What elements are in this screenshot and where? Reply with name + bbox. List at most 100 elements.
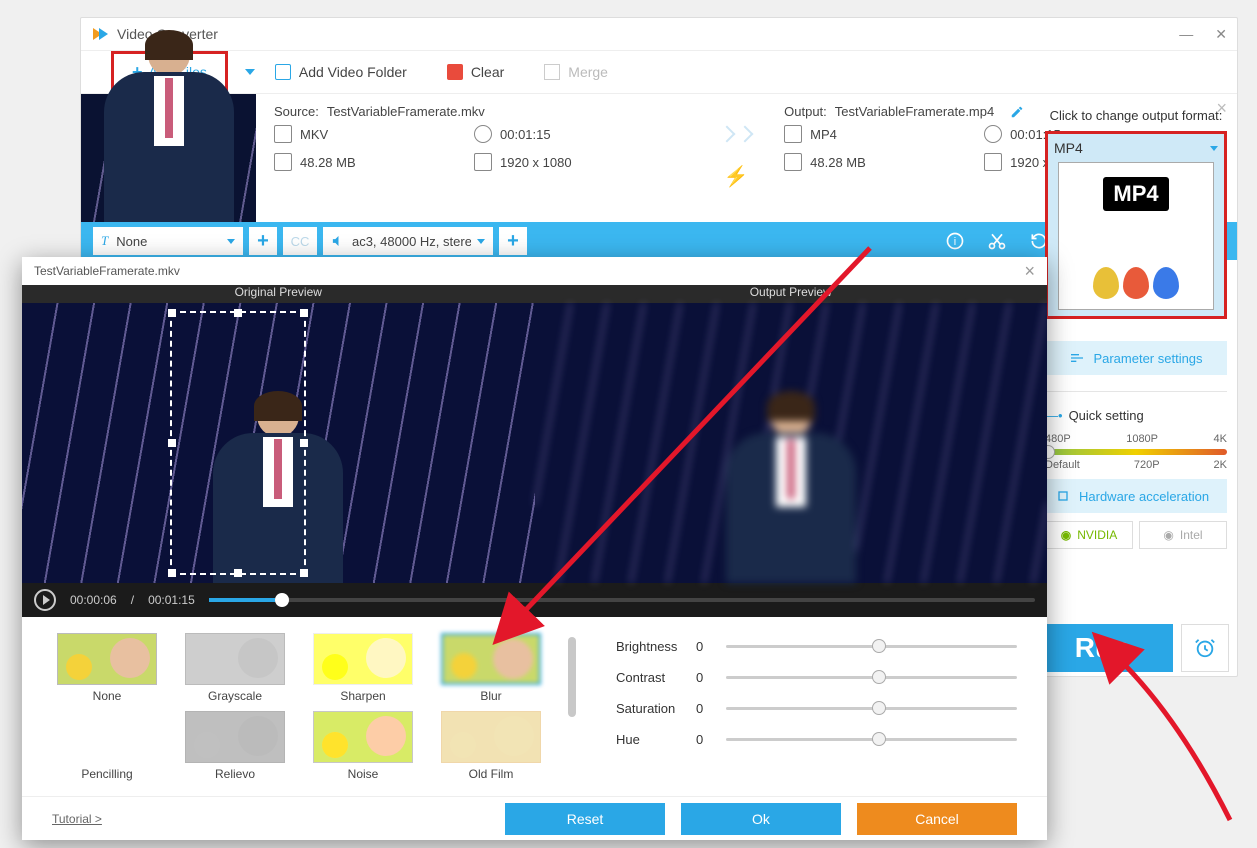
time-sep: / [131, 593, 134, 607]
effect-sharpen[interactable]: Sharpen [308, 633, 418, 703]
subtitle-prefix: T [101, 233, 108, 249]
lightning-icon: ⚡ [724, 164, 749, 189]
original-preview[interactable] [22, 303, 535, 583]
slider-label: Contrast [616, 670, 696, 685]
parameter-settings-label: Parameter settings [1093, 351, 1202, 366]
resolution-icon [474, 153, 492, 171]
effects-scrollbar[interactable] [568, 637, 576, 717]
player-controls: 00:00:06 / 00:01:15 [22, 583, 1047, 617]
subtitle-value: None [116, 234, 147, 249]
modal-filename: TestVariableFramerate.mkv [34, 264, 180, 278]
clock-icon [474, 125, 492, 143]
hardware-acceleration-button[interactable]: Hardware acceleration [1045, 479, 1227, 513]
scale-default: Default [1045, 459, 1080, 471]
nvidia-chip[interactable]: ◉ NVIDIA [1045, 521, 1133, 549]
slider-label: Brightness [616, 639, 696, 654]
effect-grayscale[interactable]: Grayscale [180, 633, 290, 703]
output-preview [535, 303, 1048, 583]
merge-button: Merge [544, 64, 608, 80]
output-preview-label: Output Preview [535, 285, 1048, 303]
toolbar: + Add Files Add Video Folder Clear Merge [81, 50, 1237, 94]
audio-select[interactable]: ac3, 48000 Hz, stereo [323, 227, 493, 255]
add-video-folder-button[interactable]: Add Video Folder [275, 64, 407, 80]
schedule-button[interactable] [1181, 624, 1229, 672]
svg-text:i: i [954, 236, 956, 248]
effect-label: Relievo [180, 767, 290, 781]
quality-slider[interactable] [1045, 449, 1227, 455]
output-size: 48.28 MB [810, 155, 866, 170]
slider-track[interactable] [726, 738, 1017, 741]
format-selector[interactable]: MP4 MP4 [1048, 134, 1224, 316]
preview-headers: Original Preview Output Preview [22, 285, 1047, 303]
crop-selection[interactable] [170, 311, 306, 575]
highlight-format-box: MP4 MP4 [1045, 131, 1227, 319]
cancel-button[interactable]: Cancel [857, 803, 1017, 835]
effects-modal: TestVariableFramerate.mkv × Original Pre… [22, 257, 1047, 840]
scale-2k: 2K [1214, 459, 1227, 471]
ok-button[interactable]: Ok [681, 803, 841, 835]
change-format-label: Click to change output format: [1045, 108, 1227, 123]
minimize-button[interactable]: — [1179, 26, 1193, 43]
effect-thumb [441, 711, 541, 763]
parameter-settings-button[interactable]: Parameter settings [1045, 341, 1227, 375]
info-button[interactable]: i [937, 222, 973, 260]
merge-icon [544, 64, 560, 80]
source-info: Source: TestVariableFramerate.mkv MKV 48… [256, 94, 706, 222]
slider-track[interactable] [726, 645, 1017, 648]
effect-label: None [52, 689, 162, 703]
original-preview-label: Original Preview [22, 285, 535, 303]
time-current: 00:00:06 [70, 593, 117, 607]
effect-blur[interactable]: Blur [436, 633, 546, 703]
clear-button[interactable]: Clear [447, 64, 504, 80]
run-label: Run [1075, 632, 1129, 664]
effect-label: Sharpen [308, 689, 418, 703]
file-thumbnail[interactable] [81, 94, 256, 222]
titlebar: Video Converter — ✕ [81, 18, 1237, 50]
slider-track[interactable] [726, 676, 1017, 679]
adjustment-sliders: Brightness0Contrast0Saturation0Hue0 [616, 633, 1017, 781]
reset-button[interactable]: Reset [505, 803, 665, 835]
effect-label: Noise [308, 767, 418, 781]
scale-480p: 480P [1045, 433, 1071, 445]
intel-label: Intel [1180, 528, 1203, 542]
speaker-icon [331, 233, 346, 249]
effect-noise[interactable]: Noise [308, 711, 418, 781]
intel-chip[interactable]: ◉ Intel [1139, 521, 1227, 549]
slider-track[interactable] [726, 707, 1017, 710]
effect-old-film[interactable]: Old Film [436, 711, 546, 781]
add-audio-button[interactable]: + [499, 227, 527, 255]
play-button[interactable] [34, 589, 56, 611]
audio-info: ac3, 48000 Hz, stereo [352, 234, 471, 249]
add-subtitle-button[interactable]: + [249, 227, 277, 255]
output-label: Output: [784, 104, 827, 119]
folder-icon [275, 64, 291, 80]
quick-setting-label: —• Quick setting [1045, 408, 1227, 423]
run-button[interactable]: Run [1031, 624, 1173, 672]
slider-hue: Hue0 [616, 732, 1017, 747]
close-window-button[interactable]: ✕ [1215, 26, 1227, 43]
modal-close-button[interactable]: × [1024, 261, 1035, 282]
progress-slider[interactable] [209, 598, 1035, 602]
sliders-icon [1069, 350, 1085, 366]
cc-button[interactable]: CC [283, 227, 317, 255]
slider-value: 0 [696, 732, 726, 747]
cut-button[interactable] [979, 222, 1015, 260]
clock-icon [984, 125, 1002, 143]
scale-720p: 720P [1134, 459, 1160, 471]
hw-accel-label: Hardware acceleration [1079, 489, 1209, 504]
nvidia-label: NVIDIA [1077, 528, 1117, 542]
output-filename: TestVariableFramerate.mp4 [835, 104, 994, 119]
slider-label: Saturation [616, 701, 696, 716]
effect-relievo[interactable]: Relievo [180, 711, 290, 781]
source-duration: 00:01:15 [500, 127, 551, 142]
effect-none[interactable]: None [52, 633, 162, 703]
subtitle-select[interactable]: T None [93, 227, 243, 255]
nvidia-icon: ◉ [1061, 528, 1071, 542]
effect-thumb [185, 711, 285, 763]
tutorial-link[interactable]: Tutorial > [52, 812, 102, 826]
effect-pencilling[interactable]: Pencilling [52, 711, 162, 781]
effect-label: Pencilling [52, 767, 162, 781]
edit-output-name-button[interactable] [1010, 105, 1024, 119]
effect-thumb [57, 633, 157, 685]
intel-icon: ◉ [1163, 528, 1173, 542]
